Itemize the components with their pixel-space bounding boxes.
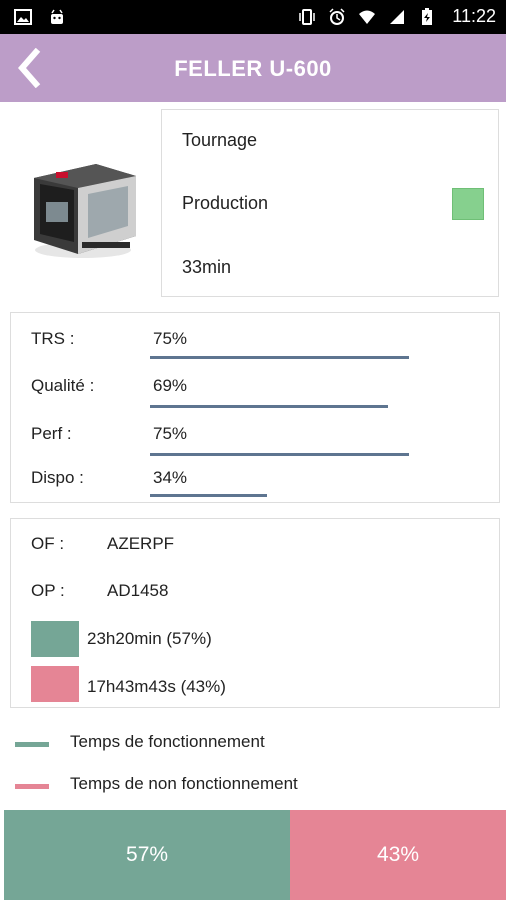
kpi-value-trs: 75% <box>153 329 188 348</box>
wifi-icon <box>359 10 376 24</box>
kpi-label-trs: TRS : <box>31 329 75 348</box>
duration-label: 33min <box>182 257 232 277</box>
legend-stopped-text: Temps de non fonctionnement <box>70 774 298 793</box>
stopped-time: 17h43m43s (43%) <box>87 677 226 696</box>
legend-running-text: Temps de fonctionnement <box>70 732 265 751</box>
kpi-value-qualite: 69% <box>153 376 188 395</box>
alarm-icon <box>329 7 345 25</box>
kpi-value-perf: 75% <box>153 424 188 443</box>
kpi-bar-perf <box>150 453 409 456</box>
running-segment: 57% <box>4 810 291 900</box>
kpi-bar-trs <box>150 356 409 359</box>
machine-image <box>34 164 136 258</box>
android-notification-icon <box>51 9 63 24</box>
op-value: AD1458 <box>107 581 169 600</box>
running-time: 23h20min (57%) <box>87 629 212 648</box>
running-percent: 57% <box>126 843 169 866</box>
page-title: FELLER U-600 <box>174 56 332 81</box>
app-bar: FELLER U-600 <box>0 34 506 102</box>
stopped-percent: 43% <box>377 843 420 866</box>
kpi-label-perf: Perf : <box>31 424 72 443</box>
op-label: OP : <box>31 581 65 600</box>
running-swatch <box>31 621 79 657</box>
machine-info-card: Tournage Production 33min <box>161 109 499 297</box>
kpi-bar-dispo <box>150 494 267 497</box>
kpi-label-qualite: Qualité : <box>31 376 95 395</box>
vibrate-icon <box>299 8 316 25</box>
legend-stopped-line <box>15 784 49 789</box>
legend-running-line <box>15 742 49 747</box>
state-label: Production <box>182 193 269 213</box>
time-distribution-bar: 57% 43% <box>4 810 506 900</box>
kpi-bar-qualite <box>150 405 388 408</box>
state-color-indicator <box>452 188 484 220</box>
kpi-card: TRS : 75% Qualité : 69% Perf : 75% Dispo… <box>10 312 500 503</box>
stopped-swatch <box>31 666 79 702</box>
status-bar: 11:22 <box>0 0 506 34</box>
image-notification-icon <box>14 9 32 25</box>
status-time: 11:22 <box>452 6 496 26</box>
operation-label: Tournage <box>182 130 258 150</box>
kpi-value-dispo: 34% <box>153 468 188 487</box>
kpi-label-dispo: Dispo : <box>31 468 84 487</box>
order-card: OF : AZERPF OP : AD1458 23h20min (57%) 1… <box>10 518 500 708</box>
of-label: OF : <box>31 534 65 553</box>
of-value: AZERPF <box>107 534 175 553</box>
signal-icon <box>390 9 405 24</box>
battery-charging-icon <box>422 7 433 25</box>
stopped-segment: 43% <box>290 810 506 900</box>
